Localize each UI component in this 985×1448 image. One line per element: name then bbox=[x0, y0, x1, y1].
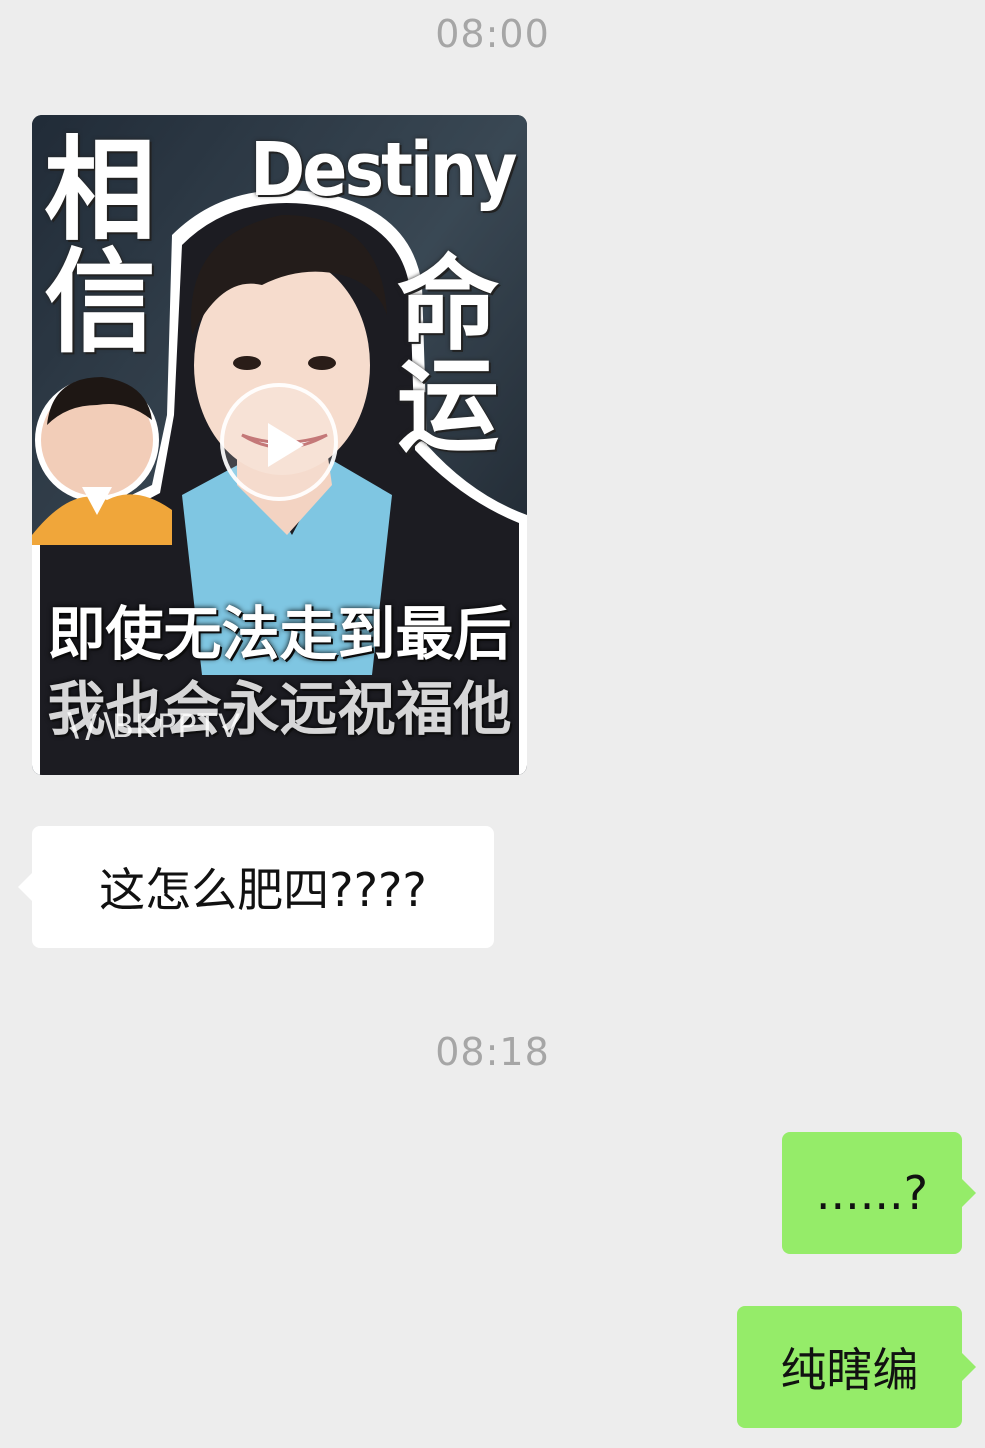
bubble-tail bbox=[962, 1179, 976, 1207]
thumbnail-title-english: Destiny bbox=[250, 127, 518, 213]
thumbnail-title-left: 相信 bbox=[44, 126, 156, 368]
timestamp: 08:00 bbox=[435, 12, 550, 56]
thumbnail-title-right: 命运 bbox=[397, 246, 499, 467]
message-bubble-incoming[interactable]: 这怎么肥四???? bbox=[18, 826, 494, 948]
chat-window: 08:00 相信 Destiny 命运 即使无法走到最后 我也会永远祝福他 ∖∕… bbox=[0, 0, 985, 1448]
play-icon bbox=[268, 423, 304, 467]
bubble-tail bbox=[18, 873, 32, 901]
message-text: ......? bbox=[815, 1166, 929, 1220]
play-button[interactable] bbox=[220, 383, 338, 501]
channel-name: BKPPTV bbox=[112, 707, 241, 745]
message-text: 这怎么肥四???? bbox=[99, 863, 427, 917]
message-bubble-outgoing[interactable]: 纯瞎编 bbox=[737, 1306, 976, 1428]
video-message-card[interactable]: 相信 Destiny 命运 即使无法走到最后 我也会永远祝福他 ∖∕∖BKPPT… bbox=[32, 115, 527, 775]
channel-logo-icon: ∖∕∖ bbox=[62, 707, 122, 745]
channel-watermark: ∖∕∖BKPPTV bbox=[62, 707, 241, 745]
thumbnail-caption-line1: 即使无法走到最后 bbox=[47, 600, 512, 668]
bubble-tail bbox=[962, 1353, 976, 1381]
message-bubble-outgoing[interactable]: ......? bbox=[782, 1132, 976, 1254]
message-text: 纯瞎编 bbox=[780, 1343, 919, 1397]
timestamp: 08:18 bbox=[435, 1030, 550, 1074]
